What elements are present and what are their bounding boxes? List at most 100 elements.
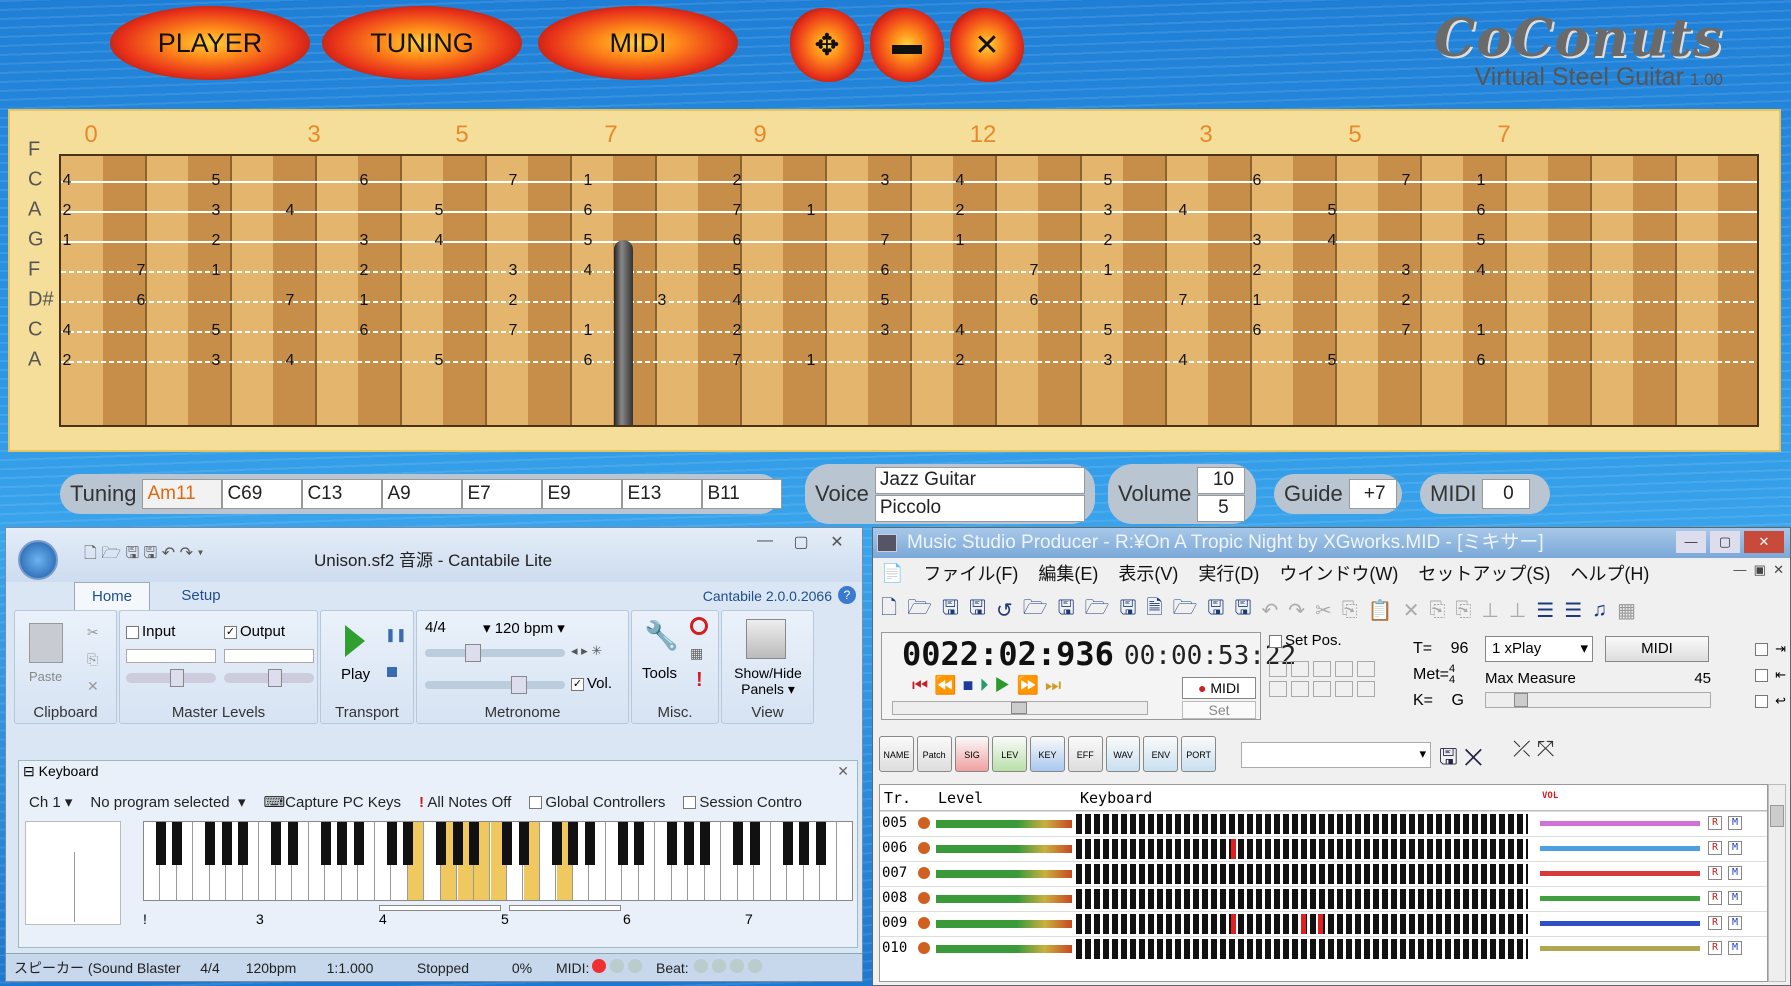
tempo-nudge-icons[interactable]: ◂ ▸ ✳ [571,643,602,659]
strip-button-port[interactable]: PORT [1181,736,1217,772]
black-key[interactable] [238,822,248,865]
black-key[interactable] [469,822,479,865]
volume-fader[interactable] [1540,896,1700,901]
paste-icon[interactable] [29,623,63,663]
midi-record-button[interactable]: ● MIDI [1182,677,1256,699]
msp-doc-icon[interactable]: 📄 [881,563,903,584]
strip-button-key[interactable]: KEY [1030,736,1065,772]
guitar-string[interactable] [61,271,1757,273]
record-led[interactable] [918,817,930,829]
track-row[interactable]: 010 R M [880,936,1767,960]
redo-icon[interactable]: ↷ [1288,598,1305,623]
new-file-icon[interactable]: 🗋 [881,593,897,627]
tuning-option-c13[interactable]: C13 [302,479,383,509]
strip-button-patch[interactable]: Patch [916,736,952,772]
global-controllers-checkbox[interactable] [529,796,543,810]
stop-sign-icon[interactable] [690,617,708,635]
record-toggle[interactable]: R [1708,841,1722,855]
cut-copy-delete-icons[interactable]: ✂ ⎘ ✕ [87,619,99,700]
save-icon[interactable]: 🖫 [942,593,959,627]
cantabile-app-icon[interactable] [18,540,58,580]
tuning-option-b11[interactable]: B11 [702,479,783,509]
tab-home[interactable]: Home [74,582,150,610]
record-led[interactable] [918,867,930,879]
open-smf-icon[interactable]: 🗁 [1085,593,1110,627]
guitar-string[interactable] [61,301,1757,303]
tuning-option-a9[interactable]: A9 [382,479,463,509]
set-pos-checkbox[interactable] [1269,634,1282,648]
transpose-icon[interactable]: ⊥ [1509,598,1526,623]
sound-icon[interactable]: ♫ [1592,599,1607,622]
tuning-button[interactable]: TUNING [322,6,522,80]
midi-button[interactable]: MIDI [538,6,738,80]
tuning-option-c69[interactable]: C69 [222,479,303,509]
alert-icon[interactable]: ! [696,669,703,692]
document-icon[interactable]: 🗎 [1146,593,1162,627]
quantize-icon[interactable]: ⊥ [1481,598,1498,623]
track-row[interactable]: 009 R M [880,911,1767,935]
save-all-icon[interactable]: 🖫 [1234,593,1251,627]
mixer-save-delete[interactable]: 🖫 ✕ [1439,740,1483,778]
tools-icon[interactable]: 🔧 [644,619,679,652]
menu-item[interactable]: ヘルプ(H) [1570,560,1649,586]
pause-icon[interactable]: ❚❚ [385,627,407,643]
black-key[interactable] [353,822,364,865]
play-speed-dropdown[interactable]: 1 xPlay ▾ [1485,636,1593,662]
input-checkbox[interactable] [126,625,139,639]
export-icon[interactable]: 🖫 [1058,593,1075,627]
range-selector[interactable] [379,905,501,911]
time-signature[interactable]: 4/4 [425,619,446,636]
strip-button-env[interactable]: ENV [1143,736,1179,772]
black-key[interactable] [155,822,166,865]
record-led[interactable] [918,942,930,954]
global-controllers-toggle[interactable]: Global Controllers [529,794,665,811]
track-row[interactable]: 007 R M [880,861,1767,885]
tuning-option-e13[interactable]: E13 [622,479,703,509]
close-icon[interactable]: ✕ [1744,531,1784,553]
track-row[interactable]: 008 R M [880,886,1767,910]
open-song-icon[interactable]: 🗁 [1173,593,1198,627]
black-key[interactable] [287,822,298,865]
stop-icon[interactable] [387,667,397,677]
save-as-icon[interactable]: 🖫 [969,593,986,627]
voice-primary-field[interactable]: Jazz Guitar [874,466,1085,494]
track-row[interactable]: 006 R M [880,836,1767,860]
guitar-string[interactable] [61,331,1757,333]
list-edit-icon[interactable]: ☰ [1564,598,1582,623]
menu-item[interactable]: セットアップ(S) [1418,560,1550,586]
insert-icon[interactable]: ⎘ [1429,599,1445,622]
minimize-icon[interactable]: — [750,532,780,552]
guitar-string[interactable] [61,241,1757,243]
mute-toggle[interactable]: M [1728,866,1742,880]
open-file-icon[interactable]: 🗁 [907,593,932,627]
fretboard[interactable]: 7 1 2 3 4 5 6 7 1 2 3 4 4 5 6 7 1 2 3 4 5 6 7 1 2 3 4 5 6 7 1 2 3 4 5 6 1 2 3 4… [59,154,1759,427]
set-pos-slots[interactable] [1269,661,1381,697]
black-key[interactable] [386,822,397,865]
quick-access-toolbar[interactable]: 🗋 🗁 🖫 🖫 ↶ ↷ ▾ [84,542,203,569]
input-toggle[interactable]: Input [126,623,175,640]
tab-setup[interactable]: Setup [166,582,236,610]
move-button[interactable]: ✥ [790,8,864,82]
expand-collapse-buttons[interactable]: ⤫ ⤧ [1513,736,1593,772]
black-key[interactable] [403,822,413,865]
side-toggles[interactable]: ⇥ ⇤ ↩ [1755,636,1786,714]
black-key[interactable] [617,822,628,865]
save-smf-icon[interactable]: 🖫 [1119,593,1136,627]
volume-fader[interactable] [1540,821,1700,826]
volume-secondary-field[interactable]: 5 [1197,494,1246,522]
record-led[interactable] [918,917,930,929]
mixer-preset-dropdown[interactable]: ▾ [1241,742,1431,768]
capture-pc-keys-toggle[interactable]: ⌨Capture PC Keys [264,793,402,811]
black-key[interactable] [568,822,578,865]
list-icon[interactable]: ☰ [1536,598,1554,623]
track-row[interactable]: 005 R M [880,811,1767,835]
input-slider[interactable] [126,669,216,687]
volume-checkbox[interactable]: ✓ [571,677,584,691]
black-key[interactable] [271,822,281,865]
black-key[interactable] [634,822,644,865]
volume-fader[interactable] [1540,946,1700,951]
position-slider[interactable] [892,701,1148,715]
track-keyboard[interactable] [1076,864,1528,884]
volume-fader[interactable] [1540,921,1700,926]
all-notes-off-button[interactable]: ! All Notes Off [419,794,511,811]
